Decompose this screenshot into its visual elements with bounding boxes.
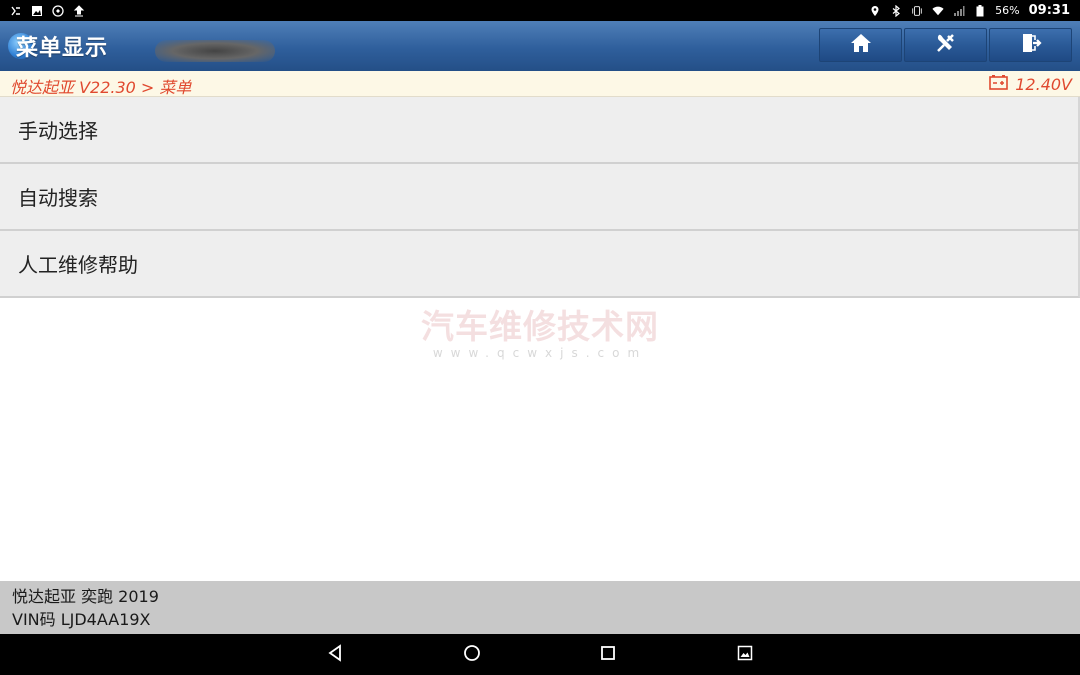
exit-button[interactable] [989,28,1072,62]
redaction-blur [155,40,275,62]
battery-icon [989,74,1009,94]
menu-list: 手动选择 自动搜索 人工维修帮助 [0,97,1080,298]
home-button[interactable] [819,28,902,62]
status-left-icons [10,4,85,17]
bluetooth-icon [890,4,902,17]
page-title: 菜单显示 [16,36,109,61]
watermark-title: 汽车维修技术网 [421,307,659,346]
recents-button[interactable] [597,644,619,666]
back-icon [327,644,343,666]
signal-icon [953,5,965,17]
watermark: 汽车维修技术网 www.qcwxjs.com [420,307,660,361]
screenshot-button[interactable] [734,644,756,666]
upload-icon [73,4,85,17]
menu-item-auto-search[interactable]: 自动搜索 [0,164,1080,231]
recents-icon [600,645,616,665]
menu-item-label: 自动搜索 [18,186,98,210]
breadcrumb: 悦达起亚 V22.30 > 菜单 [10,78,192,97]
breadcrumb-bar: 悦达起亚 V22.30 > 菜单 12.40V [0,71,1080,97]
home-nav-button[interactable] [461,644,483,666]
home-icon [850,33,872,57]
toolbar [819,28,1072,62]
back-button[interactable] [324,644,346,666]
exit-door-icon [1020,32,1042,58]
vehicle-info-bar: 悦达起亚 奕跑 2019 VIN码 LJD4AA19X [0,581,1080,634]
menu-item-label: 手动选择 [18,119,98,143]
status-right-icons: 56% 09:31 [869,3,1070,18]
wifi-icon [932,5,944,17]
home-circle-icon [463,644,481,666]
menu-item-label: 人工维修帮助 [18,253,138,277]
clock: 09:31 [1028,3,1070,18]
vpn-icon [52,4,64,17]
tools-icon [935,32,957,58]
watermark-url: www.qcwxjs.com [432,346,648,360]
vehicle-model: 悦达起亚 奕跑 2019 [12,587,159,606]
voltage-indicator: 12.40V [989,74,1072,94]
menu-item-manual-select[interactable]: 手动选择 [0,97,1080,164]
battery-percent: 56% [995,4,1020,17]
battery-status-icon [974,4,986,17]
menu-item-repair-help[interactable]: 人工维修帮助 [0,231,1080,298]
status-bar: 56% 09:31 [0,0,1080,21]
vehicle-vin: VIN码 LJD4AA19X [12,610,151,629]
usb-debug-icon [10,5,22,17]
navigation-bar [0,634,1080,675]
diagnose-button[interactable] [904,28,987,62]
screenshot-icon [737,645,753,665]
location-icon [869,5,881,17]
vibrate-icon [911,5,923,17]
voltage-value: 12.40V [1015,74,1072,94]
gallery-icon [31,5,43,17]
